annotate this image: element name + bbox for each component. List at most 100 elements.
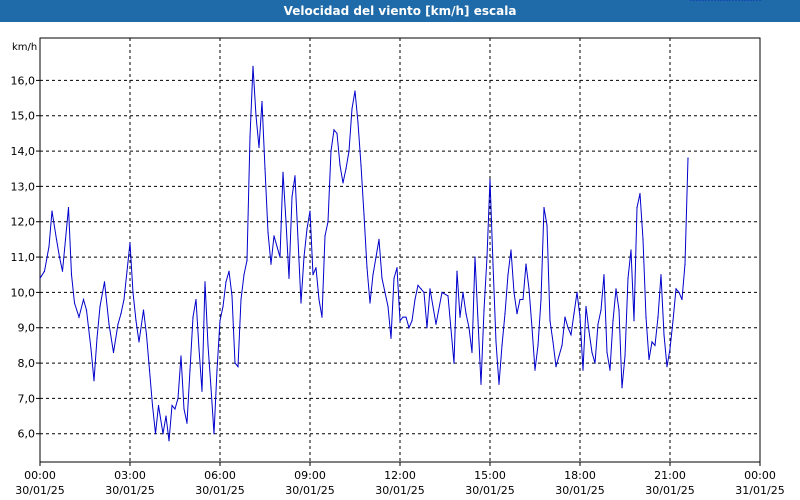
data-point bbox=[546, 224, 548, 226]
data-point bbox=[510, 249, 512, 251]
data-point bbox=[348, 150, 350, 152]
data-point bbox=[70, 274, 73, 276]
data-point bbox=[99, 305, 101, 308]
data-point bbox=[195, 298, 197, 301]
data-point bbox=[288, 277, 290, 279]
data-point bbox=[552, 341, 554, 343]
y-tick-label: 6,0 bbox=[18, 428, 36, 441]
data-point bbox=[705, 0, 707, 1]
x-tick-date-label: 30/01/25 bbox=[105, 484, 154, 497]
data-point bbox=[387, 305, 389, 308]
data-point bbox=[151, 404, 154, 407]
data-point bbox=[468, 327, 470, 329]
data-point bbox=[267, 231, 269, 233]
x-tick-date-label: 31/01/25 bbox=[735, 484, 784, 497]
data-point bbox=[264, 168, 266, 170]
data-point bbox=[696, 0, 698, 1]
data-point bbox=[498, 383, 500, 385]
data-point bbox=[381, 277, 383, 279]
data-point bbox=[180, 355, 182, 357]
data-point bbox=[621, 387, 623, 389]
data-point bbox=[228, 270, 230, 272]
data-point bbox=[453, 362, 455, 364]
data-point bbox=[327, 221, 329, 223]
data-point bbox=[339, 164, 341, 166]
y-tick-label: 16,0 bbox=[11, 74, 36, 87]
data-point bbox=[519, 298, 521, 301]
x-tick-time-label: 09:00 bbox=[294, 469, 326, 482]
data-point bbox=[207, 344, 209, 346]
data-point bbox=[402, 316, 404, 318]
data-point bbox=[148, 369, 151, 371]
data-point bbox=[219, 320, 221, 322]
data-point bbox=[465, 313, 467, 315]
data-point bbox=[711, 0, 713, 1]
data-point bbox=[345, 168, 347, 170]
data-point bbox=[321, 316, 323, 318]
x-tick-time-label: 03:00 bbox=[114, 469, 146, 482]
data-point bbox=[549, 320, 551, 322]
data-point bbox=[357, 122, 359, 124]
data-point bbox=[681, 298, 683, 301]
data-point bbox=[285, 221, 287, 223]
data-point bbox=[375, 256, 377, 258]
y-tick-label: 9,0 bbox=[18, 322, 36, 335]
data-point bbox=[411, 320, 413, 322]
data-point bbox=[246, 260, 248, 262]
data-point bbox=[591, 351, 593, 354]
y-axis-unit: km/h bbox=[12, 42, 37, 53]
data-point bbox=[582, 369, 584, 371]
data-point bbox=[255, 115, 257, 117]
x-tick-date-label: 30/01/25 bbox=[15, 484, 64, 497]
data-point bbox=[315, 267, 317, 269]
data-point bbox=[429, 288, 431, 290]
data-point bbox=[123, 298, 125, 301]
data-point bbox=[183, 408, 185, 410]
data-point bbox=[291, 196, 293, 198]
x-axis-ticks: 00:00 30/01/25 03:00 30/01/25 06:00 30/01/25 0… bbox=[15, 462, 785, 497]
data-point bbox=[201, 390, 203, 392]
data-point bbox=[708, 0, 710, 1]
data-point bbox=[609, 369, 611, 371]
data-point bbox=[351, 108, 353, 110]
data-point bbox=[297, 238, 299, 240]
x-tick-time-label: 00:00 bbox=[744, 469, 776, 482]
x-tick-date-label: 30/01/25 bbox=[195, 484, 244, 497]
data-point bbox=[738, 0, 740, 1]
data-point bbox=[93, 380, 95, 382]
data-point bbox=[531, 327, 533, 329]
data-point bbox=[420, 288, 422, 290]
data-point bbox=[64, 238, 67, 240]
data-point bbox=[261, 101, 263, 103]
y-tick-label: 7,0 bbox=[18, 392, 36, 405]
data-point bbox=[78, 316, 80, 318]
data-point bbox=[117, 323, 119, 325]
data-point bbox=[528, 288, 530, 290]
data-point bbox=[186, 422, 188, 424]
data-point bbox=[483, 309, 485, 311]
x-tick-time-label: 15:00 bbox=[474, 469, 506, 482]
data-point bbox=[543, 207, 545, 209]
x-tick-time-label: 21:00 bbox=[654, 469, 686, 482]
data-point bbox=[654, 344, 656, 346]
data-point bbox=[555, 366, 557, 368]
data-point bbox=[735, 0, 737, 1]
data-point bbox=[142, 309, 145, 311]
data-point bbox=[282, 171, 284, 173]
data-point bbox=[717, 0, 719, 1]
data-point bbox=[174, 408, 176, 410]
data-point bbox=[513, 291, 515, 293]
y-axis-ticks: 6,0 7,0 8,0 9,0 10,0 11,0 12,0 13,0 14,0 15,0 16,0 bbox=[11, 74, 40, 441]
data-point bbox=[675, 288, 677, 290]
data-point bbox=[126, 270, 128, 272]
data-point bbox=[588, 330, 590, 332]
data-point bbox=[561, 344, 563, 346]
x-tick-time-label: 12:00 bbox=[384, 469, 416, 482]
data-point bbox=[120, 313, 122, 315]
data-point bbox=[330, 150, 332, 152]
data-point bbox=[435, 323, 437, 325]
data-point bbox=[112, 351, 115, 354]
data-point bbox=[177, 397, 179, 399]
data-point bbox=[145, 334, 148, 336]
data-point bbox=[396, 267, 398, 269]
